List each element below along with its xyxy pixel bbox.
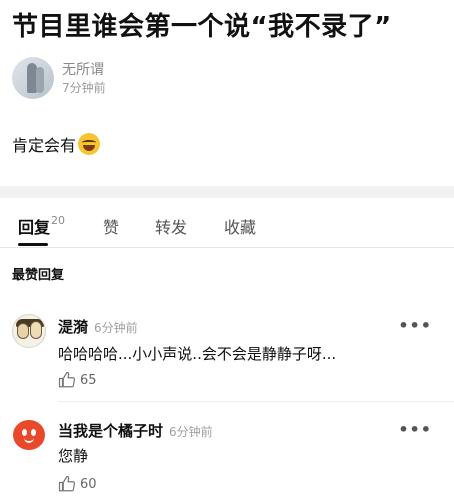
more-options-icon[interactable]: ••• xyxy=(398,316,432,335)
tab-likes[interactable]: 赞 xyxy=(103,214,119,238)
commenter-name[interactable]: 湜漪 6分钟前 xyxy=(58,316,138,337)
avatar-face xyxy=(17,323,29,339)
comment-text: 哈哈哈哈...小小声说..会不会是静静子呀... xyxy=(58,345,337,363)
avatar-orange-blob xyxy=(13,420,45,450)
post-body: 肯定会有 xyxy=(12,132,101,156)
tab-replies-label: 回复 xyxy=(18,218,51,237)
laughing-tears-emoji-icon xyxy=(78,133,101,155)
section-title: 最赞回复 xyxy=(12,268,65,283)
like-button[interactable]: 60 xyxy=(58,475,97,493)
commenter-name-text: 当我是个橘子时 xyxy=(58,422,164,440)
post-body-text: 肯定会有 xyxy=(12,136,77,155)
avatar-eye xyxy=(22,429,27,436)
like-button[interactable]: 65 xyxy=(58,371,97,389)
tab-reposts[interactable]: 转发 xyxy=(155,214,187,238)
section-divider xyxy=(0,186,454,198)
commenter-name[interactable]: 当我是个橘子时 6分钟前 xyxy=(58,420,213,441)
tab-replies-count: 20 xyxy=(51,214,66,227)
comment-timestamp: 6分钟前 xyxy=(169,425,213,439)
author-name[interactable]: 无所谓 xyxy=(62,61,106,79)
tab-favorites[interactable]: 收藏 xyxy=(224,214,256,238)
more-options-icon[interactable]: ••• xyxy=(398,420,432,439)
author-meta: 无所谓 7分钟前 xyxy=(62,61,106,96)
comment-text: 您静 xyxy=(58,447,89,465)
tab-replies[interactable]: 回复20 xyxy=(18,214,65,238)
avatar-face-2 xyxy=(30,321,42,339)
like-count: 60 xyxy=(80,476,97,492)
commenter-avatar[interactable] xyxy=(12,314,46,348)
commenter-name-text: 湜漪 xyxy=(58,318,89,336)
like-count: 65 xyxy=(80,372,97,388)
comment-separator xyxy=(58,401,454,402)
active-tab-indicator xyxy=(18,243,48,246)
avatar-eye xyxy=(31,429,36,436)
thumbs-up-icon xyxy=(58,475,76,492)
commenter-avatar[interactable] xyxy=(12,418,46,452)
thumbs-up-icon xyxy=(58,371,76,388)
comment-timestamp: 6分钟前 xyxy=(94,321,138,335)
post-timestamp: 7分钟前 xyxy=(62,80,106,95)
post-title: 节目里谁会第一个说“我不录了” xyxy=(12,12,392,42)
author-avatar[interactable] xyxy=(12,57,54,99)
avatar-figure-2 xyxy=(36,67,44,93)
post-author[interactable]: 无所谓 7分钟前 xyxy=(12,56,106,100)
tab-bar: 回复20 赞 转发 收藏 xyxy=(0,198,454,248)
